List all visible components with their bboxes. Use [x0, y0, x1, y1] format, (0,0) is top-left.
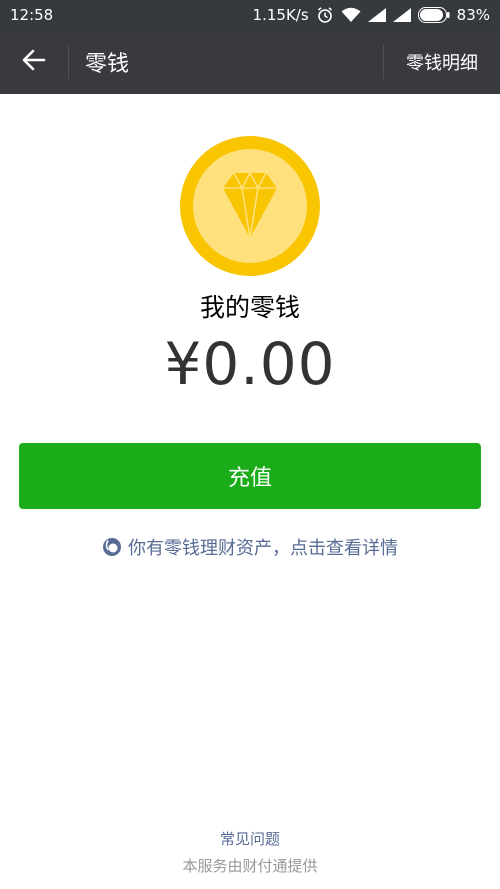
balance-amount: ¥0.00 [164, 330, 336, 398]
status-time: 12:58 [10, 6, 54, 24]
provider-text: 本服务由财付通提供 [182, 857, 318, 875]
signal-icon [367, 8, 386, 22]
nav-bar: 零钱 零钱明细 [0, 30, 500, 94]
diamond-coin-icon [180, 136, 320, 276]
status-icons: 1.15K/s 83% [253, 6, 490, 24]
transaction-details-button[interactable]: 零钱明细 [384, 30, 500, 94]
nav-divider [68, 45, 69, 79]
battery-level: 83% [456, 6, 490, 24]
wifi-icon [341, 7, 361, 23]
back-button[interactable] [0, 30, 68, 94]
wealth-link-text: 你有零钱理财资产，点击查看详情 [128, 538, 398, 559]
back-arrow-icon [22, 49, 46, 75]
battery-icon [417, 7, 450, 23]
alarm-icon [316, 6, 334, 24]
balance-label: 我的零钱 [199, 293, 300, 322]
signal-icon [392, 8, 411, 22]
network-speed: 1.15K/s [252, 6, 309, 24]
page-title: 零钱 [85, 52, 130, 77]
status-bar: 12:58 1.15K/s 83% [0, 0, 500, 30]
recharge-button[interactable]: 充值 [19, 443, 481, 509]
wealth-assets-link[interactable]: 你有零钱理财资产，点击查看详情 [0, 532, 500, 562]
licaitong-icon [102, 537, 122, 557]
faq-link[interactable]: 常见问题 [0, 828, 500, 849]
